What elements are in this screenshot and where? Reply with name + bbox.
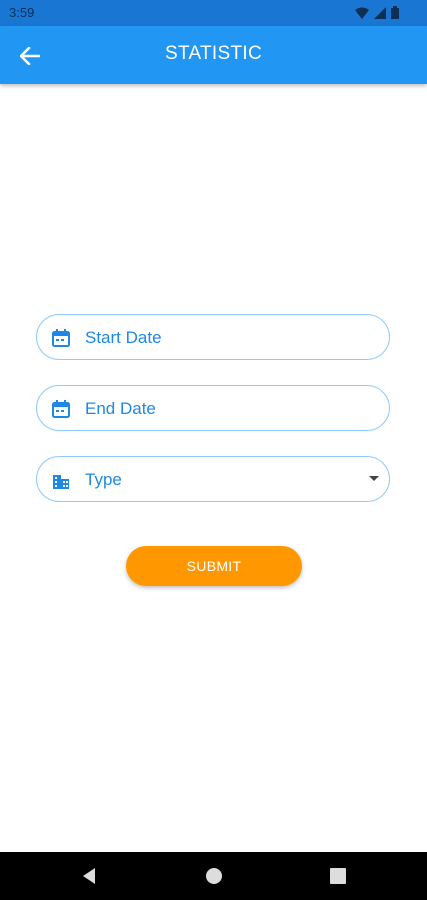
start-date-field[interactable]: Start Date [36,314,390,360]
calendar-icon [52,400,70,418]
home-circle-icon[interactable] [204,866,224,886]
dropdown-arrow-icon [369,476,379,481]
end-date-field[interactable]: End Date [36,385,390,431]
back-triangle-icon[interactable] [80,866,100,886]
recents-square-icon[interactable] [328,866,348,886]
start-date-label: Start Date [85,328,162,347]
type-dropdown[interactable]: Type [36,456,390,502]
signal-icon [374,6,386,19]
battery-icon [391,6,399,19]
page-title: STATISTIC [165,43,262,64]
status-icons [355,6,399,19]
status-time: 3:59 [9,5,35,20]
type-label: Type [85,470,122,489]
status-bar: 3:59 [0,0,427,26]
business-icon [53,475,69,489]
app-bar: STATISTIC [0,26,427,84]
submit-button[interactable]: SUBMIT [126,546,302,586]
end-date-label: End Date [85,399,156,418]
wifi-icon [355,7,369,19]
calendar-icon [52,329,70,347]
nav-bar [0,852,427,900]
